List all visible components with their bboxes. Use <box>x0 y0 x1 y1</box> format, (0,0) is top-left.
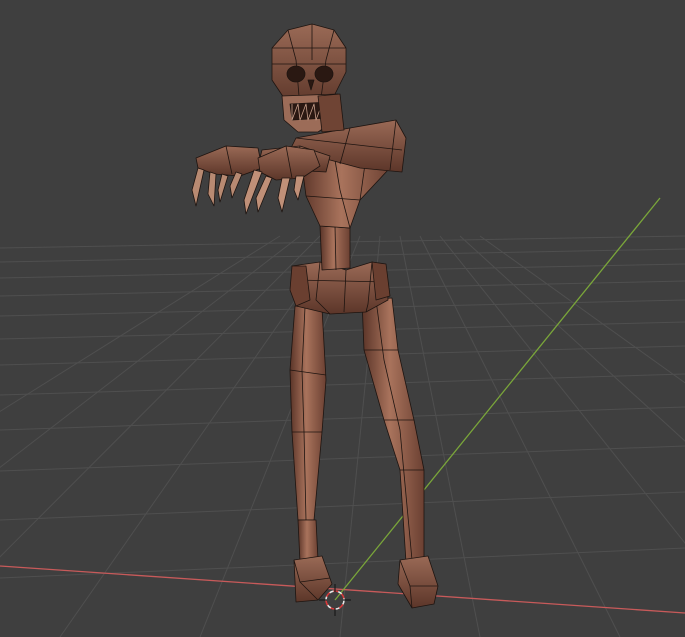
skeleton-character-model[interactable] <box>191 23 439 609</box>
3d-viewport[interactable] <box>0 0 685 637</box>
pelvis[interactable] <box>289 261 391 315</box>
spine[interactable] <box>319 225 351 271</box>
left-leg[interactable] <box>289 305 333 603</box>
eye-socket-left <box>286 65 306 83</box>
eye-socket-right <box>314 65 334 83</box>
skull-head[interactable] <box>271 23 347 133</box>
viewport-scene[interactable] <box>0 0 685 637</box>
